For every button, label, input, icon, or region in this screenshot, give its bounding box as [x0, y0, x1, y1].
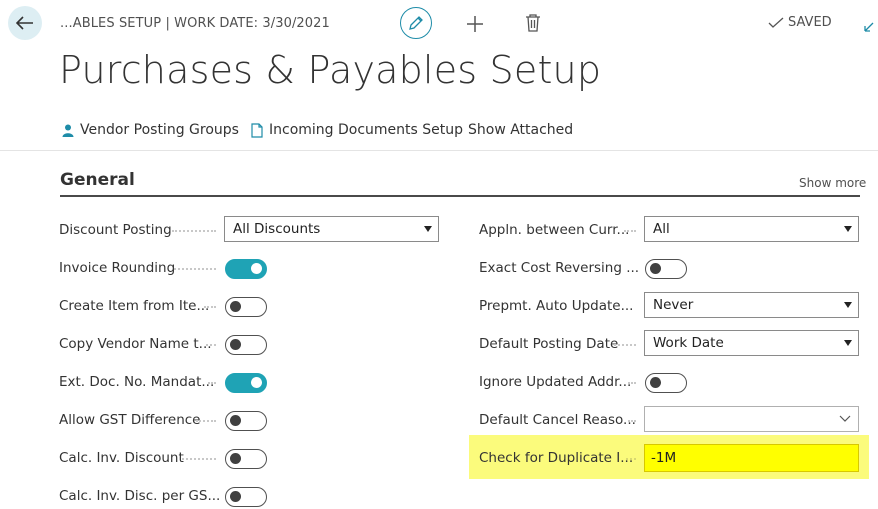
field-default-posting-date: Default Posting Date	[479, 331, 618, 357]
dotted-leader	[624, 230, 636, 234]
checkmark-icon	[768, 17, 784, 28]
dotted-leader	[196, 420, 216, 424]
field-exact-cost-reversing: Exact Cost Reversing ...	[479, 255, 639, 281]
appln-between-currencies-select[interactable]: All	[644, 216, 859, 242]
dotted-leader	[628, 382, 636, 386]
dotted-leader	[626, 458, 636, 462]
dotted-leader	[204, 306, 216, 310]
delete-button[interactable]	[524, 13, 542, 33]
action-label: Incoming Documents Setup	[269, 122, 464, 138]
field-label: Default Posting Date	[479, 336, 619, 352]
field-label: Copy Vendor Name t...	[59, 336, 212, 352]
trash-icon	[526, 14, 540, 32]
select-value: All	[653, 221, 670, 237]
action-incoming-documents-setup[interactable]: Incoming Documents Setup	[251, 122, 463, 138]
caret-down-icon	[844, 226, 852, 232]
discount-posting-select[interactable]: All Discounts	[224, 216, 439, 242]
edit-button[interactable]	[400, 7, 432, 39]
page-title: Purchases & Payables Setup	[59, 48, 602, 92]
field-calc-inv-disc-per-gst: Calc. Inv. Disc. per GS...	[59, 483, 220, 509]
field-label: Prepmt. Auto Update...	[479, 298, 634, 314]
new-button[interactable]	[464, 13, 486, 35]
section-title: General	[60, 170, 135, 190]
dotted-leader	[628, 420, 636, 424]
breadcrumb: ...ABLES SETUP | WORK DATE: 3/30/2021	[60, 16, 330, 31]
person-icon	[62, 124, 74, 137]
field-label: Allow GST Difference	[59, 412, 201, 428]
dotted-leader	[208, 382, 216, 386]
document-icon	[251, 122, 263, 138]
section-divider	[60, 195, 860, 197]
dotted-leader	[182, 458, 216, 462]
caret-down-icon	[424, 226, 432, 232]
field-ext-doc-no-mandatory: Ext. Doc. No. Mandat...	[59, 369, 214, 395]
saved-label: SAVED	[788, 15, 832, 30]
chevron-down-icon	[839, 415, 851, 422]
field-calc-inv-discount: Calc. Inv. Discount	[59, 445, 184, 471]
allow-gst-difference-toggle[interactable]	[225, 411, 267, 431]
calc-inv-disc-per-gst-toggle[interactable]	[225, 487, 267, 507]
saved-status: SAVED	[768, 15, 832, 30]
ext-doc-no-mandatory-toggle[interactable]	[225, 373, 267, 393]
field-allow-gst-difference: Allow GST Difference	[59, 407, 201, 433]
field-copy-vendor-name: Copy Vendor Name t...	[59, 331, 212, 357]
field-label: Check for Duplicate I...	[479, 450, 634, 466]
field-label: Create Item from Ite...	[59, 298, 210, 314]
field-label: Ext. Doc. No. Mandat...	[59, 374, 215, 390]
field-default-cancel-reason: Default Cancel Reaso...	[479, 407, 636, 433]
field-create-item: Create Item from Ite...	[59, 293, 209, 319]
exact-cost-reversing-toggle[interactable]	[645, 259, 687, 279]
ignore-updated-addresses-toggle[interactable]	[645, 373, 687, 393]
invoice-rounding-toggle[interactable]	[225, 259, 267, 279]
dotted-leader	[172, 230, 216, 234]
select-value: Never	[653, 297, 694, 313]
action-label: Vendor Posting Groups	[80, 122, 239, 138]
field-label: Calc. Inv. Discount	[59, 450, 184, 466]
expand-icon	[864, 22, 874, 32]
check-for-duplicate-input[interactable]: -1M	[644, 444, 859, 472]
back-button[interactable]	[8, 6, 42, 40]
create-item-toggle[interactable]	[225, 297, 267, 317]
default-cancel-reason-lookup[interactable]	[644, 406, 859, 432]
dotted-leader	[174, 268, 216, 272]
select-value: All Discounts	[233, 221, 321, 237]
field-appln-between-currencies: Appln. between Curr...	[479, 217, 629, 243]
plus-icon	[467, 16, 483, 32]
input-value: -1M	[651, 450, 677, 466]
select-value: Work Date	[653, 335, 724, 351]
pencil-icon	[409, 16, 423, 30]
copy-vendor-name-toggle[interactable]	[225, 335, 267, 355]
field-label: Discount Posting	[59, 222, 172, 238]
default-posting-date-select[interactable]: Work Date	[644, 330, 859, 356]
caret-down-icon	[844, 340, 852, 346]
dotted-leader	[614, 344, 636, 348]
action-show-attached[interactable]: Show Attached	[468, 122, 573, 138]
field-check-for-duplicate: Check for Duplicate I...	[479, 445, 633, 471]
field-prepmt-auto-update: Prepmt. Auto Update...	[479, 293, 633, 319]
field-label: Default Cancel Reaso...	[479, 412, 636, 428]
field-ignore-updated-addresses: Ignore Updated Addr...	[479, 369, 631, 395]
prepmt-auto-update-select[interactable]: Never	[644, 292, 859, 318]
caret-down-icon	[844, 302, 852, 308]
calc-inv-discount-toggle[interactable]	[225, 449, 267, 469]
field-label: Exact Cost Reversing ...	[479, 260, 640, 276]
field-label: Invoice Rounding	[59, 260, 176, 276]
expand-button[interactable]	[864, 16, 878, 32]
arrow-left-icon	[16, 16, 33, 30]
dotted-leader	[206, 344, 216, 348]
show-more-link[interactable]: Show more	[799, 176, 866, 190]
field-label: Calc. Inv. Disc. per GS...	[59, 488, 221, 504]
field-invoice-rounding: Invoice Rounding	[59, 255, 175, 281]
field-discount-posting: Discount Posting	[59, 217, 172, 243]
action-vendor-posting-groups[interactable]: Vendor Posting Groups	[62, 122, 239, 138]
action-label: Show Attached	[468, 122, 574, 138]
field-label: Ignore Updated Addr...	[479, 374, 632, 390]
action-bar-divider	[0, 150, 878, 151]
field-label: Appln. between Curr...	[479, 222, 630, 238]
